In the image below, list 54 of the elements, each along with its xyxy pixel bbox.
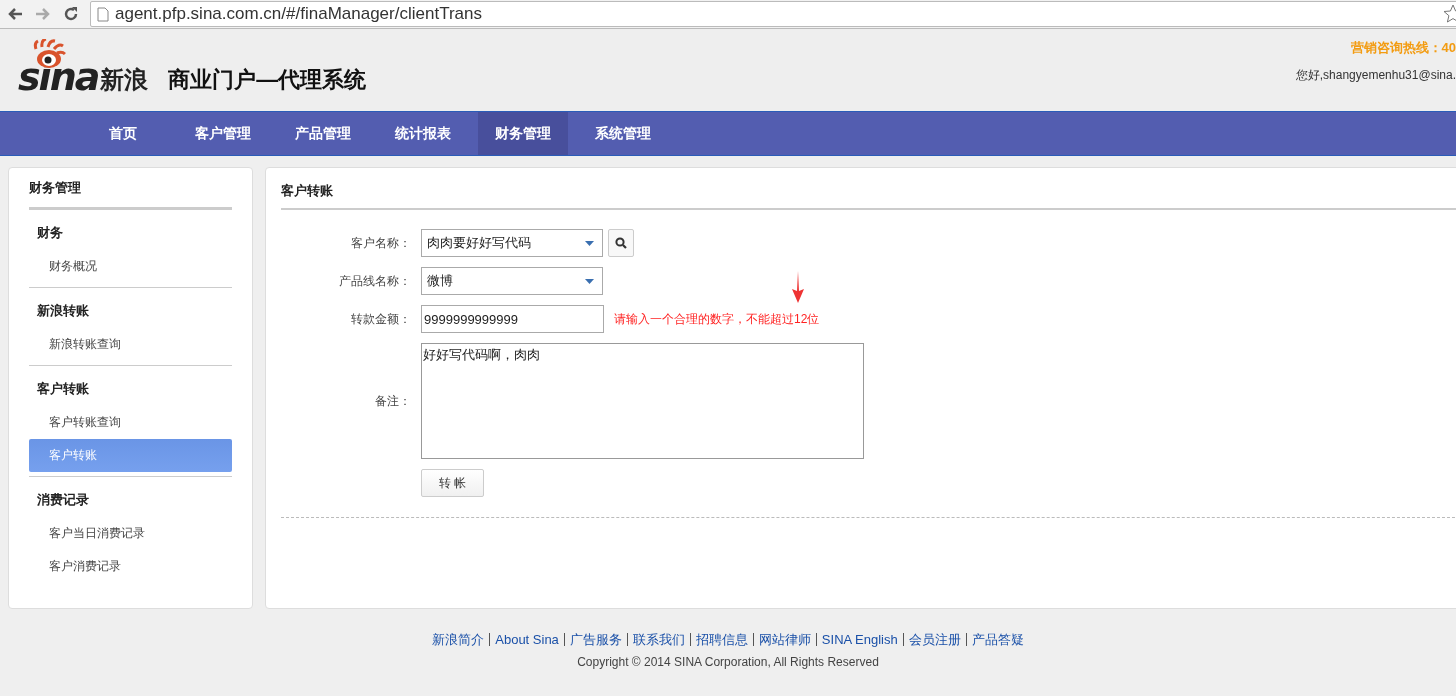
hotline-text: 营销咨询热线：40 <box>1350 39 1456 57</box>
footer-link[interactable]: 网站律师 <box>752 633 816 646</box>
nav-tab[interactable]: 产品管理 <box>278 112 368 155</box>
copyright-text: Copyright © 2014 SINA Corporation, All Rights Reserved <box>577 655 879 669</box>
field-label: 备注： <box>375 392 411 410</box>
sidebar-item[interactable]: 财务概况 <box>29 250 232 283</box>
footer-link[interactable]: 会员注册 <box>902 633 966 646</box>
dropdown-field[interactable]: 肉肉要好好写代码 <box>421 229 603 257</box>
url-text: agent.pfp.sina.com.cn/#/finaManager/clientTrans <box>115 4 483 24</box>
amount-input[interactable]: 9999999999999 <box>421 305 604 333</box>
field-label: 产品线名称： <box>339 272 411 290</box>
sidebar-item[interactable]: 新浪转账查询 <box>29 328 232 361</box>
reload-icon[interactable] <box>62 5 80 23</box>
sidebar-group-heading: 消费记录 <box>36 491 90 509</box>
nav-tab[interactable]: 首页 <box>78 112 168 155</box>
field-label: 客户名称： <box>351 234 411 252</box>
panel-title: 客户转账 <box>281 178 1456 210</box>
system-title: 商业门户—代理系统 <box>168 66 367 94</box>
sidebar-title: 财务管理 <box>29 176 232 210</box>
sina-logo-text: sina <box>18 57 99 97</box>
footer-link[interactable]: 产品答疑 <box>965 633 1029 646</box>
sidebar-group-heading: 新浪转账 <box>36 302 90 320</box>
nav-tab[interactable]: 统计报表 <box>378 112 468 155</box>
remark-textarea[interactable]: 好好写代码啊，肉肉 <box>421 343 864 459</box>
nav-tab[interactable]: 财务管理 <box>478 112 568 155</box>
back-icon[interactable] <box>6 6 24 22</box>
sina-logo-chinese: 新浪 <box>100 65 149 95</box>
sina-eye-logo-icon <box>32 39 66 69</box>
footer-link[interactable]: SINA English <box>815 633 903 646</box>
address-bar[interactable]: agent.pfp.sina.com.cn/#/finaManager/clientTrans <box>90 1 1456 27</box>
transfer-button[interactable]: 转 帐 <box>421 469 484 497</box>
caret-icon <box>585 278 594 284</box>
search-icon <box>615 237 627 249</box>
dropdown-value: 肉肉要好好写代码 <box>427 234 531 252</box>
footer-link[interactable]: 广告服务 <box>563 633 627 646</box>
caret-icon <box>585 240 594 246</box>
dropdown-value: 微博 <box>427 272 453 290</box>
sidebar-item[interactable]: 客户当日消费记录 <box>29 517 232 550</box>
error-message: 请输入一个合理的数字，不能超过12位 <box>614 310 820 328</box>
footer-link[interactable]: About Sina <box>489 633 564 646</box>
user-greeting: 您好,shangyemenhu31@sina. <box>1295 67 1456 84</box>
nav-tab[interactable]: 客户管理 <box>178 112 268 155</box>
page-icon <box>97 6 109 22</box>
sidebar-group-heading: 财务 <box>36 224 64 242</box>
sidebar-item[interactable]: 客户消费记录 <box>29 550 232 583</box>
sidebar-group-heading: 客户转账 <box>36 380 90 398</box>
footer-link[interactable]: 新浪简介 <box>427 633 490 646</box>
footer-link[interactable]: 招聘信息 <box>689 633 753 646</box>
dropdown-field[interactable]: 微博 <box>421 267 603 295</box>
field-label: 转款金额： <box>351 310 411 328</box>
footer-link[interactable]: 联系我们 <box>626 633 690 646</box>
sidebar-item[interactable]: 客户转账查询 <box>29 406 232 439</box>
nav-tab[interactable]: 系统管理 <box>578 112 668 155</box>
search-button[interactable] <box>608 229 634 257</box>
